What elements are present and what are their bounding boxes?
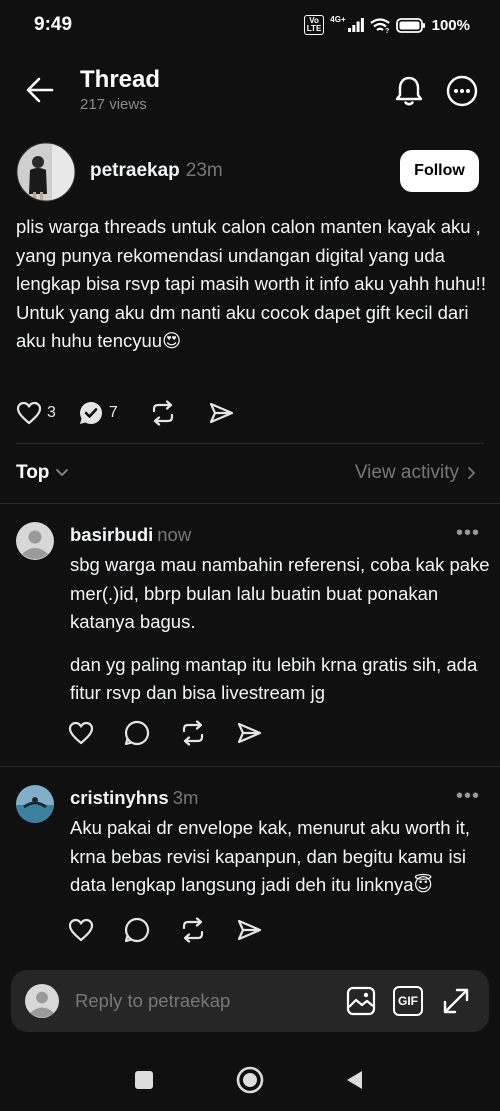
chevron-down-icon [56,469,69,477]
system-nav-bar [0,1050,500,1111]
post-actions: 3 7 [16,400,234,426]
like-count: 3 [47,404,56,421]
sort-label: Top [16,462,50,483]
comment-more-icon[interactable]: ••• [456,522,480,545]
send-icon [209,402,233,424]
comment-item: cristinyhns 3m ••• Aku pakai dr envelope … [0,767,500,962]
comment-text: dan yg paling mantap itu lebih krna grat… [70,653,478,704]
repost-icon[interactable] [180,917,206,943]
post-text-paragraph-2: Untuk yang aku dm nanti aku cocok dapet … [16,301,469,352]
reply-input[interactable]: Reply to petraekap [75,990,230,1012]
repost-icon [152,400,173,426]
reply-count: 7 [108,404,118,421]
view-activity-link[interactable]: View activity [355,462,476,484]
back-button[interactable] [344,1069,364,1091]
post-body: plis warga threads untuk calon calon man… [16,213,486,356]
avatar[interactable] [16,142,76,202]
post-author: petraekap 23m [90,160,223,182]
share-button[interactable] [208,401,234,425]
volte-icon: Vo LTE [303,15,325,35]
back-arrow-icon[interactable] [26,77,54,103]
status-time: 9:49 [34,14,73,35]
comment-icon[interactable] [124,720,150,746]
send-icon[interactable] [236,918,262,942]
comment-body: Aku pakai dr envelope kak, menurut aku w… [70,814,490,900]
comment-actions [68,720,262,746]
comment-time: 3m [172,787,199,808]
expand-icon[interactable] [441,986,471,1016]
repost-button[interactable] [150,400,176,426]
comment-more-icon[interactable]: ••• [456,785,480,808]
battery-percent: 100% [431,16,470,34]
svg-text:?: ? [385,28,389,33]
user-avatar-icon [25,984,59,1018]
like-button[interactable]: 3 [16,401,56,425]
post-username[interactable]: petraekap [90,160,180,181]
comment-body: sbg warga mau nambahin referensi, coba k… [70,551,490,708]
post-time: 23m [185,160,223,181]
comment-time: now [157,524,192,545]
comment-icon[interactable] [124,917,150,943]
comment-username[interactable]: basirbudi [70,524,153,545]
comment-author: basirbudi now [70,524,191,546]
battery-icon [395,17,425,33]
bell-icon[interactable] [394,75,424,107]
home-button[interactable] [236,1066,264,1094]
follow-button[interactable]: Follow [400,150,479,192]
image-icon[interactable] [346,986,376,1016]
repost-icon[interactable] [180,720,206,746]
comment-item: basirbudi now ••• sbg warga mau nambahin … [0,504,500,766]
status-bar: 9:49 Vo LTE 4G+ ? 100% [0,0,500,52]
sort-dropdown[interactable]: Top [16,462,69,484]
page-title: Thread [80,66,161,93]
gif-button[interactable]: GIF [393,986,423,1016]
wifi-icon: ? [369,17,390,33]
chevron-right-icon [468,467,476,479]
comment-username[interactable]: cristinyhns [70,787,169,808]
comment-author: cristinyhns 3m [70,787,198,809]
reply-check-icon [79,401,102,424]
heart-icon[interactable] [68,918,94,942]
post-text-paragraph-1: plis warga threads untuk calon calon man… [16,216,486,294]
more-options-icon[interactable] [446,75,478,107]
network-type: 4G+ [330,14,346,24]
gif-label: GIF [398,994,418,1008]
status-icons: Vo LTE 4G+ ? 100% [303,14,470,35]
signal-icon [347,18,364,32]
heart-icon [16,401,42,425]
divider [16,443,484,444]
reply-button[interactable]: 7 [78,400,118,426]
avatar[interactable] [16,785,54,823]
comment-text: Aku pakai dr envelope kak, menurut aku w… [70,817,471,895]
view-activity-label: View activity [354,462,459,483]
comment-actions [68,917,262,943]
recents-button[interactable] [135,1071,153,1089]
comment-text: sbg warga mau nambahin referensi, coba k… [70,554,490,632]
heart-icon[interactable] [68,721,94,745]
reply-bar: Reply to petraekap GIF [11,970,489,1032]
default-avatar-icon[interactable] [16,522,54,560]
send-icon[interactable] [236,721,262,745]
view-count: 217 views [80,96,147,113]
